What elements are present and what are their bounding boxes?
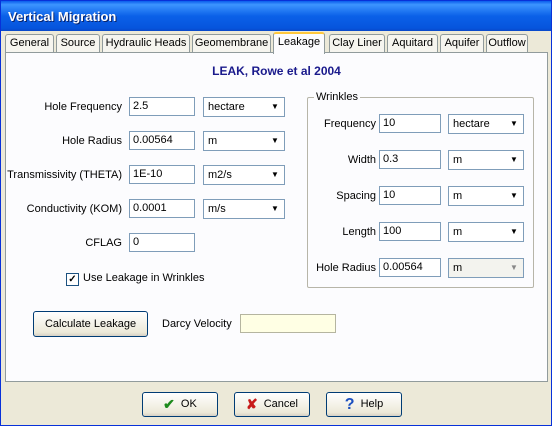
wrinkle-length-input[interactable]: 100: [379, 222, 441, 241]
transmissivity-input[interactable]: 1E-10: [129, 165, 195, 184]
tab-aquifer[interactable]: Aquifer: [440, 34, 484, 52]
cflag-label: CFLAG: [85, 237, 122, 249]
wrinkle-width-input[interactable]: 0.3: [379, 150, 441, 169]
transmissivity-unit-select[interactable]: m2/s ▼: [203, 165, 285, 185]
conductivity-unit-value: m/s: [208, 203, 226, 215]
hole-frequency-unit-select[interactable]: hectare ▼: [203, 97, 285, 117]
chevron-down-icon[interactable]: ▼: [506, 260, 522, 276]
wrinkle-spacing-unit-select[interactable]: m ▼: [448, 186, 524, 206]
hole-radius-label: Hole Radius: [62, 135, 122, 147]
hole-frequency-label: Hole Frequency: [44, 101, 122, 113]
cancel-button[interactable]: ✘ Cancel: [234, 392, 310, 417]
chevron-down-icon[interactable]: ▼: [267, 167, 283, 183]
conductivity-unit-select[interactable]: m/s ▼: [203, 199, 285, 219]
ok-label: OK: [180, 398, 197, 410]
tab-clay-liner[interactable]: Clay Liner: [329, 34, 385, 52]
chevron-down-icon[interactable]: ▼: [506, 188, 522, 204]
dialog-window: Vertical Migration General Source Hydrau…: [0, 0, 552, 426]
tab-aquitard[interactable]: Aquitard: [387, 34, 438, 52]
help-label: Help: [360, 398, 384, 410]
cflag-input[interactable]: 0: [129, 233, 195, 252]
tab-hydraulic-heads[interactable]: Hydraulic Heads: [102, 34, 190, 52]
wrinkle-hole-radius-input[interactable]: 0.00564: [379, 258, 441, 277]
transmissivity-unit-value: m2/s: [208, 169, 232, 181]
wrinkle-length-unit-select[interactable]: m ▼: [448, 222, 524, 242]
help-icon: ?: [344, 396, 355, 413]
leakage-panel: LEAK, Rowe et al 2004 Hole Frequency 2.5…: [5, 52, 548, 382]
conductivity-input[interactable]: 0.0001: [129, 199, 195, 218]
wrinkle-length-label: Length: [342, 226, 376, 238]
chevron-down-icon[interactable]: ▼: [506, 152, 522, 168]
darcy-velocity-field: [240, 314, 336, 333]
wrinkle-frequency-input[interactable]: 10: [379, 114, 441, 133]
panel-heading: LEAK, Rowe et al 2004: [212, 64, 341, 78]
wrinkle-spacing-label: Spacing: [336, 190, 376, 202]
tab-leakage[interactable]: Leakage: [273, 32, 325, 54]
wrinkle-hole-radius-label: Hole Radius: [316, 262, 376, 274]
tab-source[interactable]: Source: [56, 34, 100, 52]
help-button[interactable]: ? Help: [326, 392, 402, 417]
hole-radius-unit-select[interactable]: m ▼: [203, 131, 285, 151]
close-icon: ✘: [246, 396, 258, 412]
hole-frequency-unit-value: hectare: [208, 101, 245, 113]
calculate-leakage-button[interactable]: Calculate Leakage: [33, 311, 148, 337]
chevron-down-icon[interactable]: ▼: [267, 201, 283, 217]
hole-frequency-input[interactable]: 2.5: [129, 97, 195, 116]
wrinkle-spacing-unit-value: m: [453, 190, 463, 202]
tab-outflow[interactable]: Outflow: [486, 34, 528, 52]
chevron-down-icon[interactable]: ▼: [506, 116, 522, 132]
tab-general[interactable]: General: [5, 34, 54, 52]
wrinkles-groupbox: Wrinkles Frequency 10 hectare ▼ Width 0.…: [307, 91, 534, 288]
chevron-down-icon[interactable]: ▼: [267, 133, 283, 149]
tab-geomembrane[interactable]: Geomembrane: [192, 34, 271, 52]
wrinkle-frequency-unit-value: hectare: [453, 118, 490, 130]
use-leakage-label[interactable]: Use Leakage in Wrinkles: [83, 272, 204, 284]
wrinkle-length-unit-value: m: [453, 226, 463, 238]
chevron-down-icon[interactable]: ▼: [506, 224, 522, 240]
wrinkle-spacing-input[interactable]: 10: [379, 186, 441, 205]
hole-radius-unit-value: m: [208, 135, 218, 147]
hole-radius-input[interactable]: 0.00564: [129, 131, 195, 150]
checkmark-icon: ✔: [163, 396, 175, 412]
wrinkle-hole-radius-unit-value: m: [453, 262, 463, 274]
calculate-leakage-label: Calculate Leakage: [44, 318, 137, 330]
wrinkles-legend: Wrinkles: [314, 91, 360, 103]
wrinkle-hole-radius-unit-select[interactable]: m ▼: [448, 258, 524, 278]
wrinkle-width-unit-select[interactable]: m ▼: [448, 150, 524, 170]
chevron-down-icon[interactable]: ▼: [267, 99, 283, 115]
wrinkle-width-unit-value: m: [453, 154, 463, 166]
use-leakage-checkbox[interactable]: ✓: [66, 273, 79, 286]
transmissivity-label: Transmissivity (THETA): [7, 169, 122, 181]
conductivity-label: Conductivity (KOM): [26, 203, 122, 215]
cancel-label: Cancel: [263, 398, 298, 410]
wrinkle-frequency-label: Frequency: [324, 118, 376, 130]
wrinkle-width-label: Width: [347, 154, 376, 166]
wrinkle-frequency-unit-select[interactable]: hectare ▼: [448, 114, 524, 134]
darcy-velocity-label: Darcy Velocity: [162, 318, 232, 330]
ok-button[interactable]: ✔ OK: [142, 392, 218, 417]
title-bar[interactable]: Vertical Migration: [1, 1, 551, 31]
window-title: Vertical Migration: [8, 9, 117, 24]
